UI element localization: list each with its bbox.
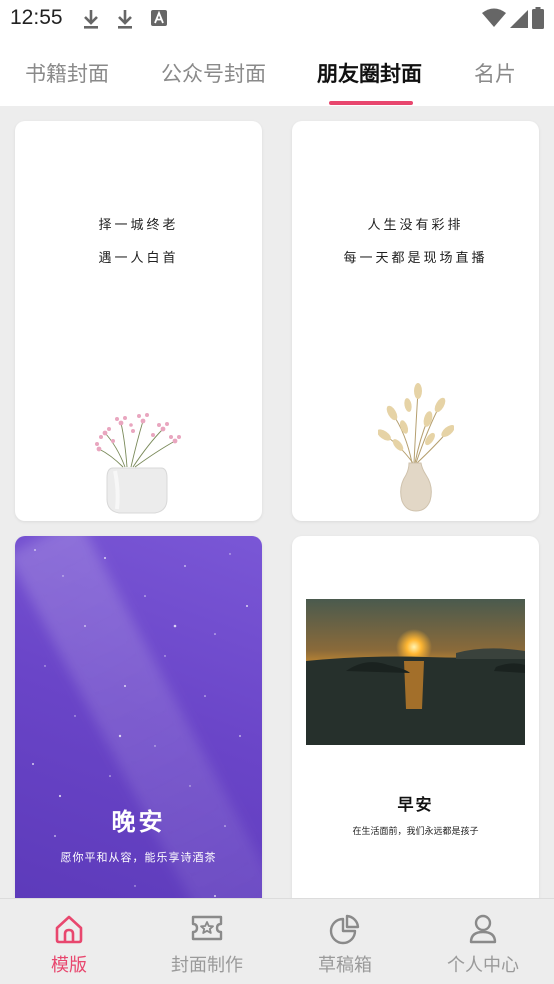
signal-icon <box>510 10 528 28</box>
wifi-icon <box>482 8 506 27</box>
nav-label: 个人中心 <box>447 955 519 976</box>
dried-grass-vase-image <box>378 383 454 512</box>
card-subtitle: 愿你平和从容，能乐享诗酒茶 <box>60 851 217 864</box>
download-icon <box>118 10 132 29</box>
nav-profile[interactable]: 个人中心 <box>414 899 552 984</box>
nav-cover-maker[interactable]: 封面制作 <box>138 899 276 984</box>
card-title: 晚安 <box>111 808 166 836</box>
card-text-line: 择一城终老 <box>98 218 179 233</box>
flower-vase-image <box>95 413 181 514</box>
tab-moments-cover[interactable]: 朋友圈封面 <box>317 58 422 88</box>
category-tabs: 书籍封面 公众号封面 朋友圈封面 名片 <box>0 38 554 106</box>
card-text-line: 每一天都是现场直播 <box>343 251 488 266</box>
user-icon <box>469 914 497 944</box>
nav-templates[interactable]: 模版 <box>0 899 138 984</box>
nav-label: 封面制作 <box>171 955 243 976</box>
home-icon <box>55 915 83 944</box>
download-icon <box>84 10 98 29</box>
template-card[interactable]: 晚安 愿你平和从容，能乐享诗酒茶 <box>15 536 262 898</box>
card-title: 早安 <box>397 795 434 814</box>
sunset-sea-photo <box>306 599 525 745</box>
card-text-line: 人生没有彩排 <box>367 218 464 233</box>
nav-drafts[interactable]: 草稿箱 <box>276 899 414 984</box>
battery-icon <box>532 7 544 29</box>
template-card[interactable]: 早安 在生活面前，我们永远都是孩子 <box>292 536 539 898</box>
keyboard-a-icon <box>151 10 167 26</box>
pie-chart-icon <box>329 914 360 945</box>
template-card[interactable]: 择一城终老 遇一人白首 <box>15 121 262 521</box>
tab-official-account-cover[interactable]: 公众号封面 <box>161 58 266 88</box>
nav-label: 模版 <box>51 955 87 976</box>
starfield <box>32 549 248 897</box>
card-text-line: 遇一人白首 <box>98 251 179 266</box>
nav-label: 草稿箱 <box>318 955 372 976</box>
star-ticket-icon <box>191 915 223 941</box>
tab-book-cover[interactable]: 书籍封面 <box>25 58 109 88</box>
status-time: 12:55 <box>10 6 63 29</box>
status-bar: 12:55 <box>0 0 554 38</box>
bottom-navigation: 模版 封面制作 草稿箱 个人中心 <box>0 898 554 984</box>
template-card[interactable]: 人生没有彩排 每一天都是现场直播 <box>292 121 539 521</box>
template-grid: 择一城终老 遇一人白首 人生没有彩排 每一天都是现场直播 晚安 愿你平和从容，能… <box>0 106 554 898</box>
card-subtitle: 在生活面前，我们永远都是孩子 <box>352 827 479 837</box>
tab-business-card[interactable]: 名片 <box>474 58 516 88</box>
active-tab-indicator <box>329 101 413 105</box>
